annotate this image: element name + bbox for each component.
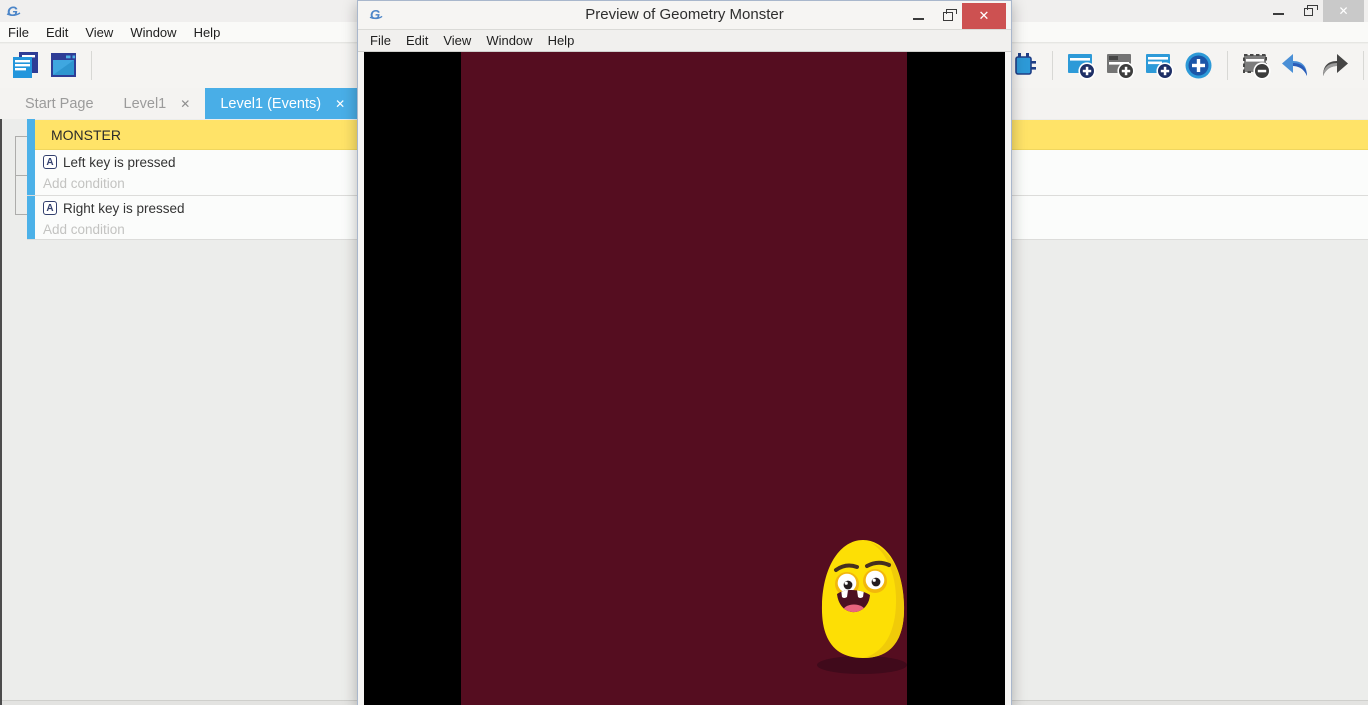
toolbar-divider	[1227, 51, 1228, 80]
menu-view[interactable]: View	[85, 25, 113, 40]
add-subevent-icon[interactable]	[1105, 50, 1136, 81]
tree-line	[15, 175, 27, 176]
tab-label: Level1	[124, 96, 167, 112]
tree-line	[15, 214, 27, 215]
project-manager-icon[interactable]	[10, 50, 41, 81]
menu-help[interactable]: Help	[548, 33, 575, 48]
restore-icon	[1304, 8, 1313, 16]
menu-help[interactable]: Help	[194, 25, 221, 40]
delete-event-icon[interactable]	[1241, 50, 1272, 81]
scene-editor-icon[interactable]	[48, 50, 79, 81]
add-new-event-icon[interactable]	[1183, 50, 1214, 81]
toolbar-divider	[1052, 51, 1053, 80]
menu-edit[interactable]: Edit	[46, 25, 68, 40]
minimize-button[interactable]	[904, 3, 933, 29]
preview-window: G Preview of Geometry Monster ✕ File Edi…	[357, 0, 1012, 705]
menu-window[interactable]: Window	[130, 25, 176, 40]
tab-start-page[interactable]: Start Page	[10, 88, 109, 119]
redo-icon[interactable]	[1319, 50, 1350, 81]
add-event-icon[interactable]	[1066, 50, 1097, 81]
gdevelop-logo-icon: G	[6, 3, 22, 19]
game-viewport[interactable]	[364, 52, 1005, 705]
close-button[interactable]: ✕	[962, 3, 1006, 29]
menu-view[interactable]: View	[443, 33, 471, 48]
minimize-icon	[1273, 13, 1284, 15]
condition-text: Left key is pressed	[63, 155, 176, 170]
event-group-label: MONSTER	[51, 120, 121, 150]
tab-close-icon[interactable]: ✕	[335, 97, 345, 111]
undo-icon[interactable]	[1280, 50, 1311, 81]
tab-label: Level1 (Events)	[220, 96, 321, 112]
tree-line	[15, 136, 27, 137]
main-window-controls: ✕	[1263, 0, 1364, 22]
event-handle[interactable]	[27, 150, 35, 195]
menu-edit[interactable]: Edit	[406, 33, 428, 48]
toolbar-divider	[1363, 51, 1364, 80]
debugger-icon[interactable]	[1008, 50, 1039, 81]
tab-close-icon[interactable]: ✕	[180, 97, 190, 111]
menu-file[interactable]: File	[370, 33, 391, 48]
gdevelop-app: G ✕ File Edit View Window Help	[0, 0, 1368, 705]
preview-menubar: File Edit View Window Help	[358, 29, 1011, 52]
maximize-button[interactable]	[933, 3, 962, 29]
event-handle[interactable]	[27, 196, 35, 239]
toolbar-divider	[91, 51, 92, 80]
close-icon: ✕	[1338, 4, 1348, 18]
maximize-icon	[943, 12, 953, 21]
condition-text: Right key is pressed	[63, 201, 185, 216]
preview-window-controls: ✕	[904, 2, 1006, 29]
tab-level1[interactable]: Level1 ✕	[109, 88, 206, 119]
keyboard-key-icon: A	[43, 201, 57, 215]
minimize-button[interactable]	[1263, 0, 1293, 22]
add-comment-icon[interactable]	[1144, 50, 1175, 81]
event-handle[interactable]	[27, 119, 35, 150]
restore-button[interactable]	[1293, 0, 1323, 22]
toolbar-left-group	[10, 50, 97, 81]
toolbar-right-group	[1008, 50, 1368, 81]
svg-text:G: G	[7, 3, 18, 19]
tab-level1-events[interactable]: Level1 (Events) ✕	[205, 88, 360, 119]
close-button[interactable]: ✕	[1323, 0, 1364, 22]
minimize-icon	[913, 18, 924, 20]
close-icon: ✕	[979, 8, 990, 24]
tab-label: Start Page	[25, 96, 94, 112]
preview-titlebar[interactable]: G Preview of Geometry Monster ✕	[358, 1, 1011, 29]
menu-file[interactable]: File	[8, 25, 29, 40]
menu-window[interactable]: Window	[486, 33, 532, 48]
monster-sprite	[813, 537, 913, 677]
keyboard-key-icon: A	[43, 155, 57, 169]
